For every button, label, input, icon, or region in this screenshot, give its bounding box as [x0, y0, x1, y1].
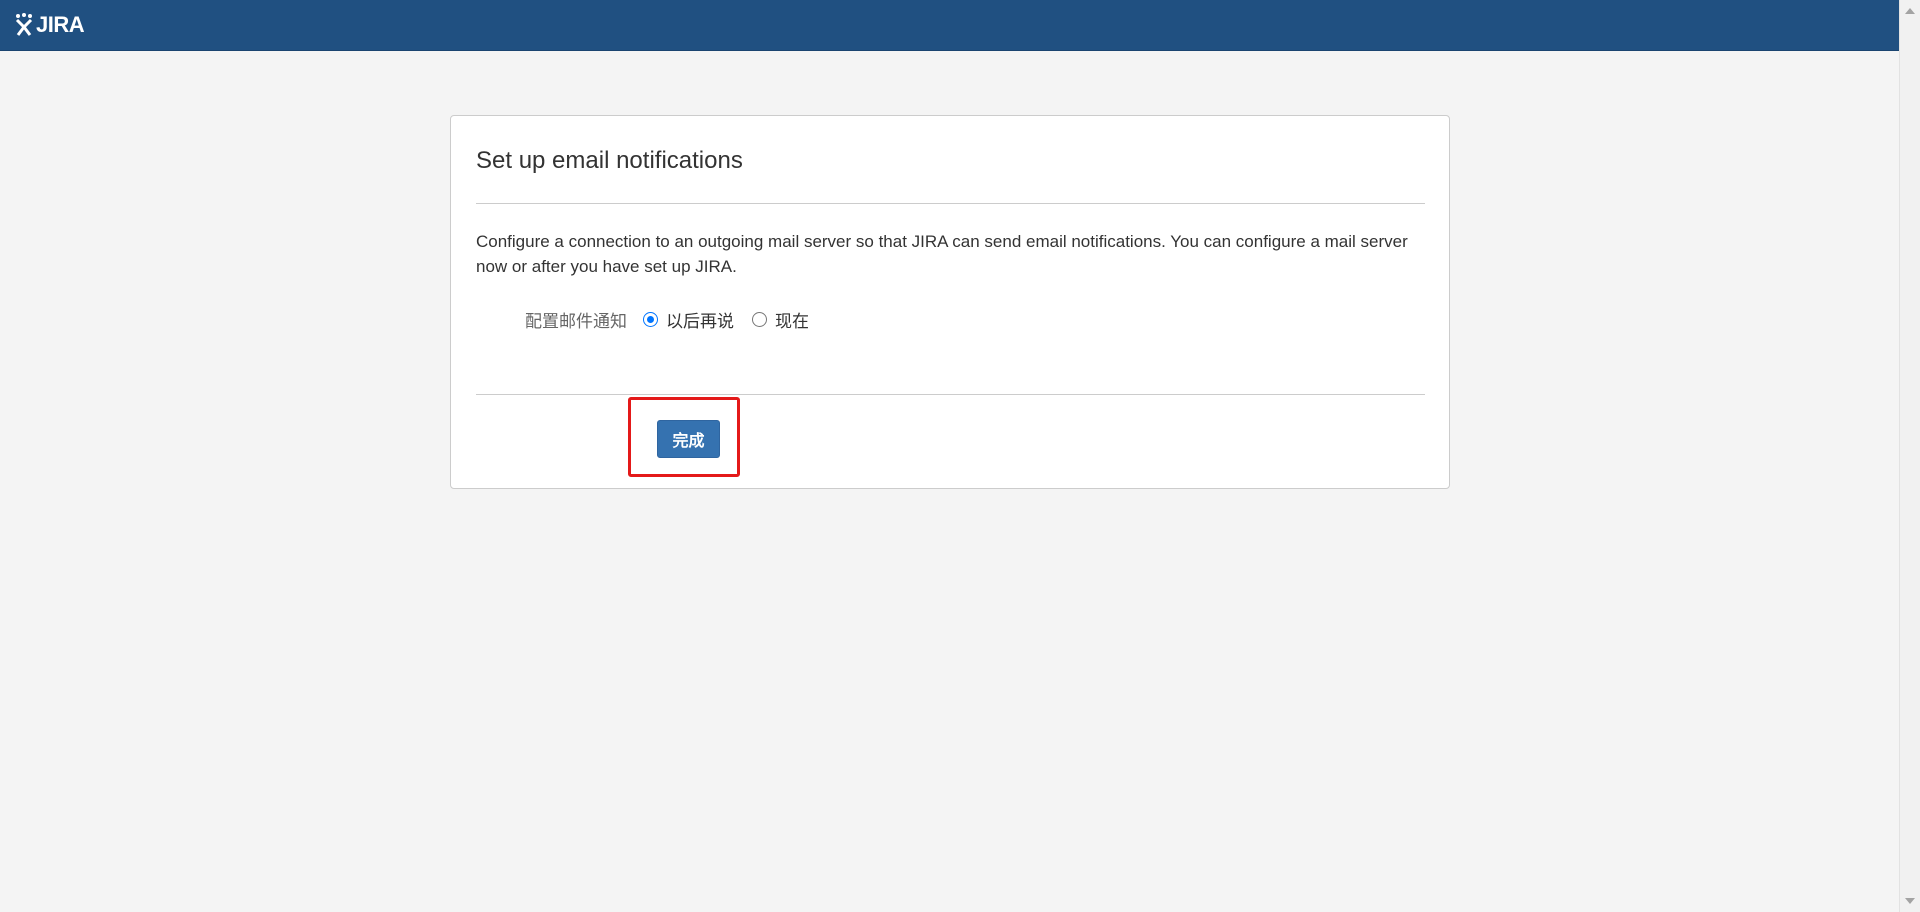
jira-logo-text: JIRA [36, 12, 85, 37]
field-label: 配置邮件通知 [525, 311, 627, 331]
page-title: Set up email notifications [476, 147, 743, 174]
setup-description: Configure a connection to an outgoing ma… [476, 232, 1408, 276]
scroll-up-icon[interactable] [1905, 8, 1915, 14]
radio-option-later[interactable]: 以后再说 [643, 307, 734, 332]
jira-logo-icon [15, 13, 33, 36]
scroll-down-icon[interactable] [1905, 898, 1915, 904]
done-button[interactable]: 完成 [657, 420, 720, 458]
radio-later[interactable] [643, 311, 658, 327]
jira-logo[interactable]: JIRA [14, 12, 85, 38]
email-setup-panel: Set up email notifications Configure a c… [450, 115, 1450, 489]
vertical-scrollbar[interactable] [1899, 0, 1920, 912]
email-notification-field: 配置邮件通知 以后再说 现在 [476, 306, 1076, 332]
radio-now[interactable] [752, 311, 767, 327]
radio-later-label: 以后再说 [666, 311, 734, 331]
radio-now-label: 现在 [775, 311, 809, 331]
top-navigation-bar: JIRA [0, 0, 1899, 51]
radio-option-now[interactable]: 现在 [752, 307, 809, 332]
title-divider [476, 203, 1425, 204]
footer-divider [476, 394, 1425, 395]
